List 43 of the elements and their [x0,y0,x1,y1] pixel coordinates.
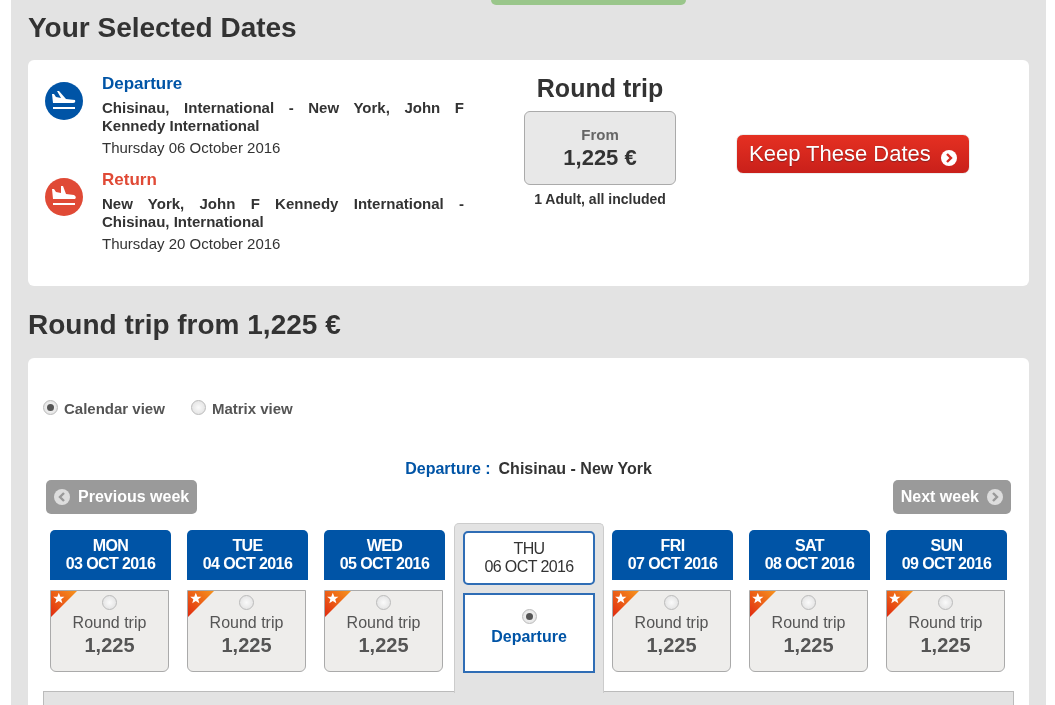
fare-cell[interactable]: Round trip 1,225 [324,590,443,672]
day-header[interactable]: TUE 04 OCT 2016 [187,530,308,580]
price-text: 1,225 € [563,144,637,171]
day-header[interactable]: MON 03 OCT 2016 [50,530,171,580]
day-header[interactable]: THU 06 OCT 2016 [463,531,595,585]
section-title: Round trip from 1,225 € [28,308,342,342]
fare-cell[interactable]: Round trip 1,225 [749,590,868,672]
section-title: Your Selected Dates [28,11,298,45]
leg-title: Return [102,170,158,190]
route-text: Chisinau, International - New York, John F Kennedy International [102,99,464,135]
date-text: Thursday 20 October 2016 [102,235,282,252]
fare-cell[interactable]: Round trip 1,225 [187,590,306,672]
price-text: 1,225 [646,634,697,657]
route-label: Departure : [405,460,491,477]
fare-title: Round trip [536,74,664,103]
price-text: 1,225 [920,634,971,657]
route-text: New York, John F Kennedy International - Chisinau, International [102,195,464,231]
fare-label: Round trip [209,614,284,632]
price-text: 1,225 [84,634,135,657]
fare-label: Round trip [771,614,846,632]
leg-title: Departure [102,74,184,94]
fare-cell[interactable]: Round trip 1,225 [612,590,731,672]
price-text: 1,225 [358,634,409,657]
view-option-label[interactable]: Calendar view [64,400,165,417]
view-option-label[interactable]: Matrix view [211,400,293,417]
day-header[interactable]: FRI 07 OCT 2016 [612,530,733,580]
selected-fare-cell[interactable]: Departure [463,593,595,673]
date-text: Thursday 06 October 2016 [102,139,282,156]
fare-cell[interactable]: Round trip 1,225 [886,590,1005,672]
fare-label: Round trip [72,614,147,632]
fare-label: Round trip [634,614,709,632]
from-label: From [581,125,619,143]
passenger-note: 1 Adult, all included [534,191,666,207]
route-text: Chisinau - New York [498,460,652,477]
fare-label: Departure [491,628,567,646]
price-text: 1,225 [783,634,834,657]
price-text: 1,225 [221,634,272,657]
day-header[interactable]: SUN 09 OCT 2016 [886,530,1007,580]
day-header[interactable]: SAT 08 OCT 2016 [749,530,870,580]
fare-label: Round trip [346,614,421,632]
fare-label: Round trip [908,614,983,632]
fare-cell[interactable]: Round trip 1,225 [50,590,169,672]
day-header[interactable]: WED 05 OCT 2016 [324,530,445,580]
